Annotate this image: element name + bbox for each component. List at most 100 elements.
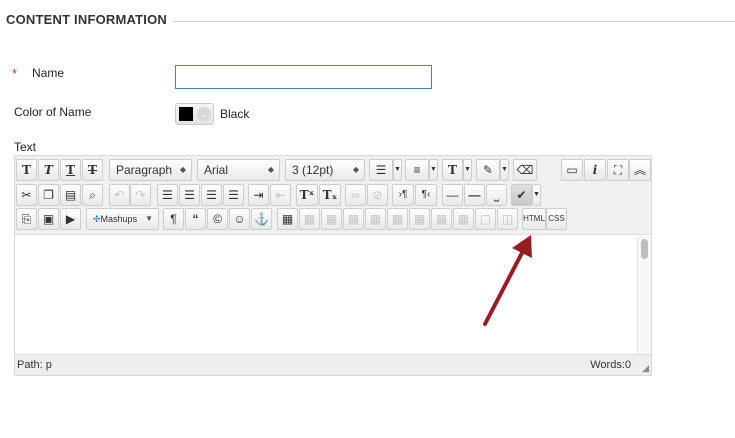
spellcheck-dropdown[interactable]: ▼ (532, 184, 541, 206)
preview-button[interactable]: ▭ (561, 159, 583, 181)
clear-formatting-button[interactable]: ⌫ (513, 159, 537, 181)
insert-image-button[interactable]: ▣ (38, 208, 59, 230)
numbered-list-dropdown[interactable]: ▼ (429, 159, 438, 181)
special-character-button[interactable]: © (207, 208, 228, 230)
underline-button[interactable]: T (60, 159, 81, 181)
paste-button[interactable]: ▤ (60, 184, 81, 206)
table-row-icon: ▦ (303, 212, 316, 226)
mashups-icon: ✣ (93, 214, 101, 224)
color-of-name-label: Color of Name (14, 105, 92, 119)
paragraph-format-select[interactable]: Paragraph ◆ (109, 159, 192, 181)
table-cell-props-button[interactable]: ▦ (321, 208, 342, 230)
insert-row-before-button[interactable]: ▦ (343, 208, 364, 230)
horizontal-line-icon: — (446, 188, 459, 202)
align-right-button[interactable]: ☰ (201, 184, 222, 206)
superscript-button[interactable]: Tˣ (296, 184, 318, 206)
table-row-props-button[interactable]: ▦ (299, 208, 320, 230)
insert-table-button[interactable]: ▦ (277, 208, 298, 230)
bold-button[interactable]: T (16, 159, 37, 181)
bullet-list-button[interactable]: ☰ (369, 159, 393, 181)
fullscreen-icon: ⛶ (613, 163, 623, 177)
italic-button[interactable]: T (38, 159, 59, 181)
scrollbar-thumb[interactable] (641, 239, 648, 259)
redo-button[interactable]: ↷ (130, 184, 151, 206)
horizontal-rule-thick-button[interactable]: — (464, 184, 485, 206)
numbered-list-button[interactable]: ≡ (405, 159, 429, 181)
insert-media-button[interactable]: ▶ (60, 208, 81, 230)
subscript-button[interactable]: Tₓ (319, 184, 341, 206)
show-blocks-button[interactable]: ¶ (163, 208, 184, 230)
unlink-icon: ⊘ (372, 188, 383, 202)
merge-cells-button[interactable]: ◫ (497, 208, 518, 230)
undo-button[interactable]: ↶ (109, 184, 130, 206)
font-family-select[interactable]: Arial ◆ (197, 159, 280, 181)
html-code-button[interactable]: HTML (522, 208, 546, 230)
editor-content-area[interactable] (15, 236, 651, 354)
undo-icon: ↶ (114, 188, 125, 202)
delete-col-button[interactable]: ▦ (453, 208, 474, 230)
nonbreaking-space-button[interactable]: ⎵ (486, 184, 507, 206)
split-cells-button[interactable]: ▢ (475, 208, 496, 230)
collapse-toolbar-button[interactable]: ︽ (629, 159, 651, 181)
spellcheck-button[interactable]: ✔ (511, 184, 532, 206)
delete-row-icon: ▦ (391, 212, 404, 226)
bullet-list-icon: ☰ (375, 163, 387, 177)
highlight-dropdown[interactable]: ▼ (500, 159, 509, 181)
link-icon: ∞ (351, 188, 360, 202)
copy-icon: ❐ (43, 188, 54, 202)
align-center-button[interactable]: ☰ (179, 184, 200, 206)
paragraph-format-value: Paragraph (116, 163, 173, 177)
delete-row-button[interactable]: ▦ (387, 208, 408, 230)
redo-icon: ↷ (135, 188, 146, 202)
strikethrough-button[interactable]: T (82, 159, 103, 181)
info-button[interactable]: i (584, 159, 606, 181)
editor-scrollbar[interactable] (637, 236, 651, 354)
justify-button[interactable]: ☰ (223, 184, 244, 206)
updown-caret-icon: ◆ (179, 165, 186, 174)
paperclip-icon: ⎘ (21, 212, 32, 226)
cut-button[interactable]: ✂ (16, 184, 37, 206)
insert-link-button[interactable]: ∞ (345, 184, 366, 206)
outdent-button[interactable]: ⇤ (270, 184, 291, 206)
text-color-dropdown[interactable]: ▼ (463, 159, 472, 181)
bullet-list-dropdown[interactable]: ▼ (393, 159, 402, 181)
mashups-dropdown[interactable]: ✣Mashups ▼ (86, 208, 159, 230)
resize-grip-icon[interactable]: ◢ (642, 363, 649, 374)
font-size-select[interactable]: 3 (12pt) ◆ (285, 159, 365, 181)
insert-row-after-button[interactable]: ▦ (365, 208, 386, 230)
color-picker-button[interactable]: ⌄ (175, 103, 214, 125)
unlink-button[interactable]: ⊘ (367, 184, 388, 206)
space-icon: ⎵ (494, 188, 499, 202)
rtl-direction-button[interactable]: ¶‹ (415, 184, 437, 206)
align-left-button[interactable]: ☰ (157, 184, 178, 206)
indent-button[interactable]: ⇥ (248, 184, 269, 206)
text-color-button[interactable]: T (442, 159, 463, 181)
ltr-direction-button[interactable]: ›¶ (392, 184, 414, 206)
smiley-icon: ☺ (233, 212, 246, 226)
insert-col-before-button[interactable]: ▦ (409, 208, 430, 230)
attach-file-button[interactable]: ⎘ (16, 208, 37, 230)
align-center-icon: ☰ (184, 188, 195, 202)
rtl-paragraph-icon: ¶‹ (421, 189, 431, 200)
blockquote-button[interactable]: “ (185, 208, 206, 230)
name-input[interactable] (175, 65, 432, 89)
col-before-icon: ▦ (413, 212, 426, 226)
search-icon: ⌕ (89, 188, 96, 202)
merge-cells-icon: ◫ (501, 212, 514, 226)
horizontal-rule-button[interactable]: — (442, 184, 463, 206)
delete-col-icon: ▦ (457, 212, 470, 226)
spellcheck-icon: ✔ (516, 188, 527, 202)
css-editor-button[interactable]: CSS (546, 208, 567, 230)
insert-col-after-button[interactable]: ▦ (431, 208, 452, 230)
anchor-button[interactable]: ⚓ (251, 208, 272, 230)
highlight-button[interactable]: ✎ (476, 159, 500, 181)
copy-button[interactable]: ❐ (38, 184, 59, 206)
clipboard-icon: ▤ (64, 188, 77, 202)
fullscreen-button[interactable]: ⛶ (607, 159, 629, 181)
find-button[interactable]: ⌕ (82, 184, 103, 206)
mashups-label: Mashups (100, 214, 138, 224)
outdent-icon: ⇤ (275, 188, 286, 202)
emoticon-button[interactable]: ☺ (229, 208, 250, 230)
text-label: Text (14, 140, 37, 154)
pilcrow-icon: ¶ (170, 212, 177, 226)
